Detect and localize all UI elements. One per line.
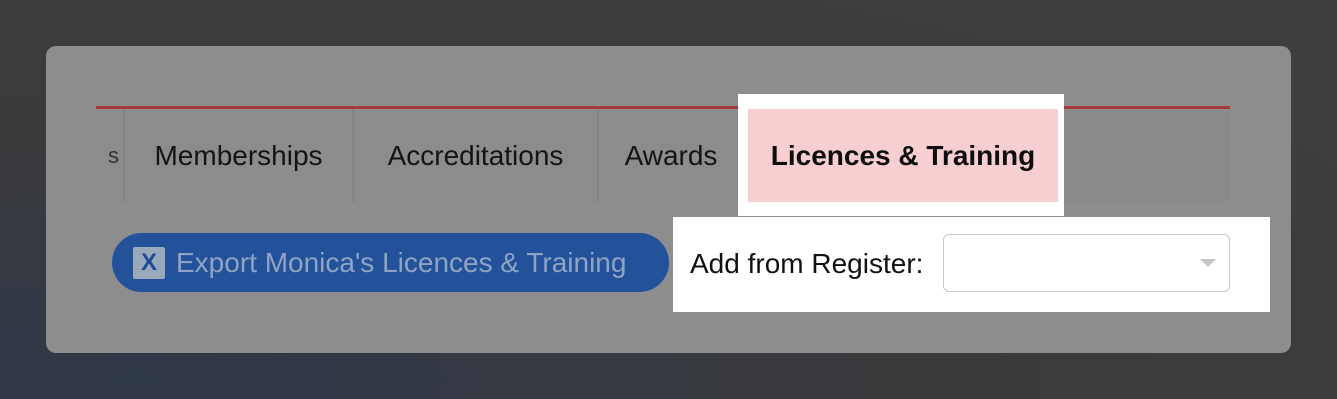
tab-label: Memberships <box>154 139 323 171</box>
tab-memberships[interactable]: Memberships <box>125 109 354 202</box>
export-button[interactable]: X Export Monica's Licences & Training <box>112 233 669 292</box>
tab-label: s <box>108 142 119 168</box>
tab-label: Licences & Training <box>770 139 1036 171</box>
export-button-label: Export Monica's Licences & Training <box>176 246 627 278</box>
tab-accreditations[interactable]: Accreditations <box>354 109 599 202</box>
tab-label: Accreditations <box>387 139 564 171</box>
register-label: Add from Register: <box>690 248 924 279</box>
excel-x-icon: X <box>133 246 165 279</box>
tab-licences-training[interactable]: Licences & Training <box>748 109 1058 202</box>
chevron-down-icon <box>1200 259 1216 267</box>
tab-previous-partial[interactable]: s <box>96 109 125 202</box>
tab-label: Awards <box>624 139 718 171</box>
tab-awards[interactable]: Awards <box>599 109 745 202</box>
register-select[interactable] <box>943 234 1230 292</box>
